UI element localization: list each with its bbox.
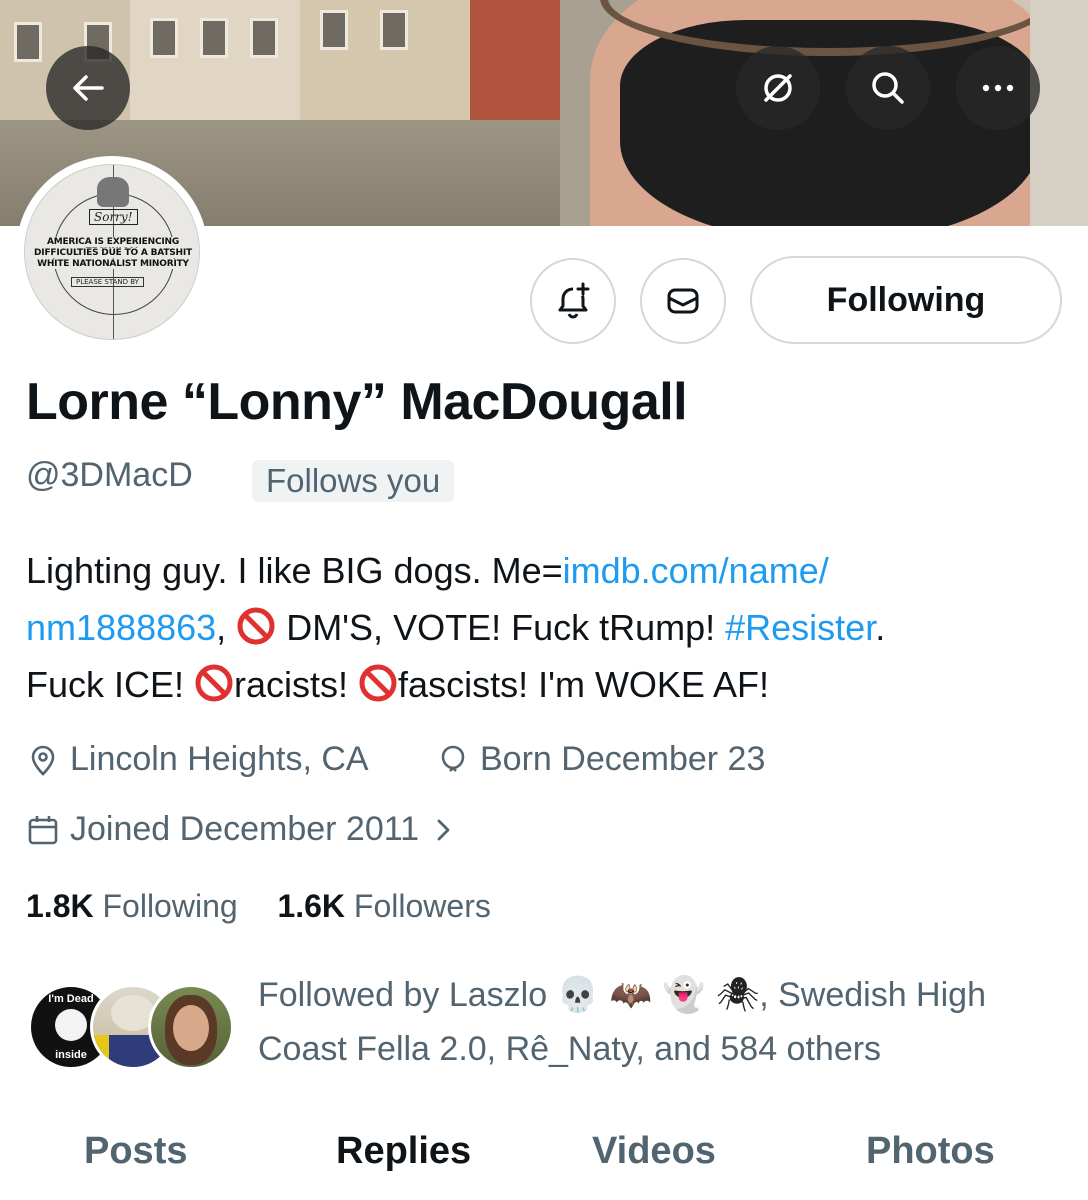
profile-bio: Lighting guy. I like BIG dogs. Me=imdb.c… [26,542,1066,713]
calendar-icon [28,815,58,844]
bio-text: racists! [234,664,359,705]
prohibited-icon [237,607,275,645]
avatar-stand-by-text: PLEASE STAND BY [71,277,144,287]
tab-photos[interactable]: Photos [866,1130,995,1173]
balloon-icon [441,745,465,772]
following-stat[interactable]: 1.8K Following [26,888,238,924]
bio-text: . [875,607,886,648]
banner-wall [1030,0,1088,226]
face-icon [173,1005,209,1051]
tab-videos[interactable]: Videos [592,1130,716,1173]
profile-joined[interactable]: Joined December 2011 [26,810,457,849]
birthday-text: Born December 23 [480,740,766,778]
grok-button[interactable] [736,46,820,130]
bell-plus-icon [558,282,590,319]
more-button[interactable] [956,46,1040,130]
following-label: Following [93,888,238,924]
followed-by-emojis: 💀 🦇 👻 🕷 [556,975,760,1015]
followers-label: Followers [345,888,491,924]
bio-text: DM'S, VOTE! Fuck tRump! [276,607,726,648]
search-icon [872,72,904,104]
banner-building [300,0,472,130]
joined-text: Joined December 2011 [70,810,420,848]
message-button[interactable] [640,258,726,344]
more-horizontal-icon [982,84,1014,92]
avatar-image: Sorry! AMERICA IS EXPERIENCING TECHNICAL… [24,164,200,340]
prohibited-icon [195,664,233,702]
skull-icon [55,1009,87,1041]
headdress-icon [97,177,129,207]
following-button[interactable]: Following [750,256,1062,344]
followed-by-line: Followed by Laszlo [258,976,557,1014]
followed-by-text[interactable]: Followed by Laszlo 💀 🦇 👻 🕷, Swedish High… [258,968,1058,1076]
envelope-icon [667,288,699,314]
banner-building [470,0,572,130]
bio-text: , [216,607,237,648]
prohibited-icon [359,664,397,702]
profile-birthday: Born December 23 [436,740,765,779]
followers-stat[interactable]: 1.6K Followers [277,888,490,924]
chevron-right-icon [437,819,450,840]
arrow-left-icon [73,75,104,101]
followed-by-line: , Swedish High [759,976,986,1014]
banner-building [130,0,302,130]
display-name: Lorne “Lonny” MacDougall [26,373,688,431]
notifications-button[interactable] [530,258,616,344]
bio-text: Fuck ICE! [26,664,195,705]
grok-icon [764,74,792,102]
bio-link[interactable]: nm1888863 [26,607,216,648]
follows-you-badge: Follows you [252,460,455,502]
bio-text: fascists! I'm WOKE AF! [398,664,769,705]
avatar-sorry-text: Sorry! [89,209,138,225]
tab-replies[interactable]: Replies [336,1130,471,1173]
username: @3DMacD [26,456,193,494]
tab-posts[interactable]: Posts [84,1130,187,1173]
avatar-text-line: WHITE NATIONALIST MINORITY [25,259,199,269]
profile-avatar[interactable]: Sorry! AMERICA IS EXPERIENCING TECHNICAL… [16,156,208,348]
avatar-text-line: DIFFICULTIES DUE TO A BATSHIT [25,248,199,258]
follower-avatar[interactable] [148,984,234,1070]
bio-link[interactable]: imdb.com/name/ [563,550,829,591]
profile-tabs: Posts Replies Videos Photos [0,1120,1088,1200]
bio-hashtag[interactable]: #Resister [725,607,875,648]
search-button[interactable] [846,46,930,130]
location-text: Lincoln Heights, CA [70,740,369,778]
profile-location: Lincoln Heights, CA [26,740,369,779]
follow-stats: 1.8K Following 1.6K Followers [26,888,491,925]
location-pin-icon [31,745,55,776]
followers-count: 1.6K [277,888,346,924]
bio-text: Lighting guy. I like BIG dogs. Me= [26,550,563,591]
followed-by-line: Coast Fella 2.0, Rê_Naty, and 584 others [258,1030,882,1068]
back-button[interactable] [46,46,130,130]
following-count: 1.8K [26,888,94,924]
